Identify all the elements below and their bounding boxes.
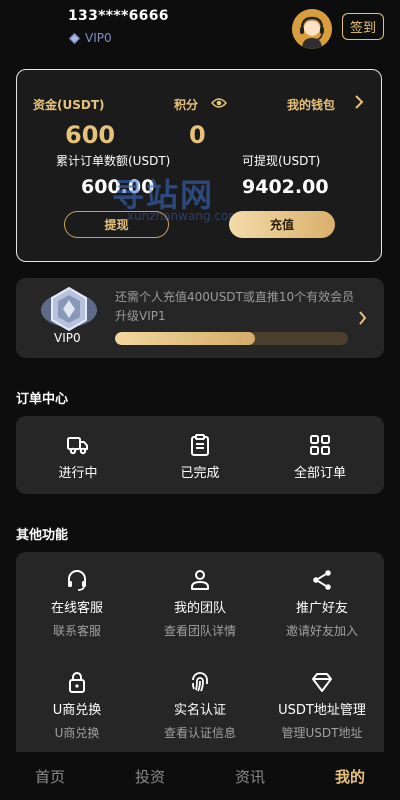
phone-number: 133****6666 [68,8,169,24]
withdraw-button[interactable]: 提现 [64,211,169,238]
vip-level-text: VIP0 [85,31,112,45]
my-team-label: 我的团队 [173,601,226,616]
orders-completed[interactable]: 已完成 [176,433,224,481]
chevron-right-icon[interactable] [358,311,367,325]
vip-upgrade-card[interactable]: VIP0 还需个人充值400USDT或直推10个有效会员升级VIP1 [16,278,384,358]
my-team-item[interactable]: 我的团队 查看团队详情 [154,568,246,639]
real-name-auth-sub: 查看认证信息 [163,726,236,740]
total-orders-label: 累计订单数额(USDT) [56,154,171,168]
orders-completed-label: 已完成 [180,466,220,481]
online-service-item[interactable]: 在线客服 联系客服 [40,568,114,639]
u-merchant-exchange-item[interactable]: U商兑换 U商兑换 [40,670,114,741]
real-name-auth-label: 实名认证 [173,703,226,718]
vip-progress-fill [115,332,255,345]
vip-progress-bar [115,332,348,345]
tab-home[interactable]: 首页 [0,752,100,800]
order-center-card: 进行中 已完成 全部订单 [16,416,384,494]
invite-friends-sub: 邀请好友加入 [285,624,358,638]
user-icon [191,570,209,590]
u-merchant-exchange-sub: U商兑换 [54,726,100,740]
withdrawable-label: 可提现(USDT) [242,154,321,168]
usdt-address-label: USDT地址管理 [278,703,366,718]
orders-in-progress-label: 进行中 [58,466,98,481]
orders-all-label: 全部订单 [293,466,346,481]
clipboard-icon [191,434,209,456]
profile-header: 133****6666 VIP0 签到 [0,0,400,60]
customer-service-avatar-icon [292,9,332,49]
order-center-title: 订单中心 [16,392,69,407]
truck-icon [67,437,88,455]
headset-icon [68,570,86,591]
withdrawable-value: 9402.00 [242,176,329,198]
asset-card: 资金(USDT) 积分 我的钱包 600 0 累计订单数额(USDT) 可提现(… [16,69,382,262]
fingerprint-icon [192,672,208,692]
vip-badge-icon [41,286,97,332]
diamond-icon [312,673,332,692]
vip-level-row: VIP0 [68,31,112,45]
signin-button[interactable]: 签到 [342,13,384,40]
total-orders-value: 600.00 [81,176,155,198]
lock-icon [69,672,85,693]
other-functions-title: 其他功能 [16,528,69,543]
invite-friends-item[interactable]: 推广好友 邀请好友加入 [276,568,368,639]
real-name-auth-item[interactable]: 实名认证 查看认证信息 [154,670,246,741]
orders-all[interactable]: 全部订单 [289,433,351,481]
share-icon [313,570,331,590]
tab-mine[interactable]: 我的 [300,752,400,800]
funds-value: 600 [65,121,116,149]
points-label: 积分 [174,98,199,112]
vip-upgrade-description: 还需个人充值400USDT或直推10个有效会员升级VIP1 [115,290,355,323]
tab-news[interactable]: 资讯 [200,752,300,800]
online-service-sub: 联系客服 [52,624,101,638]
online-service-label: 在线客服 [50,601,103,616]
vip-gem-icon [68,32,81,44]
usdt-address-item[interactable]: USDT地址管理 管理USDT地址 [270,670,374,741]
recharge-button[interactable]: 充值 [229,211,335,238]
avatar[interactable] [292,9,332,49]
usdt-address-sub: 管理USDT地址 [281,726,363,740]
bottom-tab-bar: 首页 投资 资讯 我的 [0,752,400,800]
points-value: 0 [189,121,206,149]
funds-label: 资金(USDT) [33,98,105,112]
my-team-sub: 查看团队详情 [163,624,236,638]
eye-icon[interactable] [211,97,227,109]
tab-invest[interactable]: 投资 [100,752,200,800]
u-merchant-exchange-label: U商兑换 [52,703,102,718]
vip-card-level: VIP0 [54,331,81,345]
chevron-right-icon[interactable] [354,95,364,109]
orders-in-progress[interactable]: 进行中 [54,433,102,481]
other-functions-card: 在线客服 联系客服 我的团队 查看团队详情 推广好友 邀请好友加入 U商兑换 U… [16,552,384,752]
my-wallet-link[interactable]: 我的钱包 [287,96,335,113]
grid-icon [310,435,330,455]
invite-friends-label: 推广好友 [295,601,348,616]
